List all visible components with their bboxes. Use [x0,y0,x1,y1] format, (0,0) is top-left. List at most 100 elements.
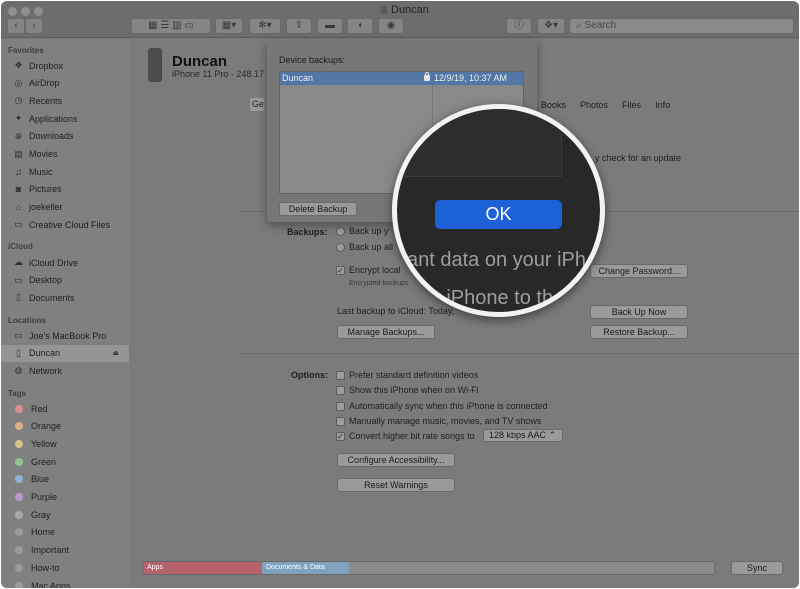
sidebar-tag-gray[interactable]: Gray [1,506,129,523]
sidebar-item-duncan[interactable]: ▯ Duncan ⏏ [1,344,129,362]
sidebar-tag-how-to[interactable]: How-to [1,559,129,576]
document-icon: ▯ [16,292,21,303]
toolbar: Duncan ‹ › ▦ ☰ ▥ ▭ ▦▾ ✻▾ ⇪ ▬ ◖ ◉ ⓘ ❖▾ ⌕ … [1,1,799,38]
sidebar-tag-label: Gray [31,509,51,520]
sidebar-item-network[interactable]: ◍ Network [1,362,129,379]
option-checkbox-3[interactable] [336,401,345,411]
dropbox-button[interactable]: ❖▾ [537,18,565,34]
tab-info[interactable]: Info [655,100,670,110]
back-button[interactable]: ‹ [7,18,25,34]
sidebar-item-movies[interactable]: ▤ Movies [1,146,129,163]
forward-button[interactable]: › [25,18,43,34]
eject-icon[interactable]: ⏏ [112,349,119,357]
back-up-now-button[interactable]: Back Up Now [590,305,688,319]
sidebar-item-label: Recents [29,95,63,106]
sidebar-tag-home[interactable]: Home [1,524,129,541]
sidebar-item-applications[interactable]: ✦ Applications [1,110,129,127]
tag-dot-icon [15,439,23,448]
divider [239,353,799,354]
sidebar-item-label: Desktop [29,275,63,286]
bitrate-value: 128 kbps AAC [489,430,547,440]
magnified-text-line: ur iPhone to th [423,287,554,309]
sidebar-tag-purple[interactable]: Purple [1,489,129,506]
backup-mac-radio[interactable] [336,243,345,252]
camera-icon: ◙ [15,184,22,195]
ok-button[interactable]: OK [435,200,562,229]
sidebar-item-creative-cloud-files[interactable]: ▭ Creative Cloud Files [1,216,129,233]
backup-row[interactable]: Duncan 12/9/19, 10:37 AM [280,72,523,85]
airdrop-icon: ◎ [14,77,23,88]
view-switcher[interactable]: ▦ ☰ ▥ ▭ [131,18,211,34]
manage-backups-button[interactable]: Manage Backups... [337,325,435,339]
share-button[interactable]: ⇪ [286,18,312,34]
restore-backup-button[interactable]: Restore Backup... [590,325,688,339]
sync-button[interactable]: Sync [731,561,783,575]
configure-accessibility-button[interactable]: Configure Accessibility... [337,453,455,467]
sidebar-tag-label: Yellow [31,438,57,449]
quick-look-button[interactable]: ◉ [378,18,404,34]
bitrate-dropdown[interactable]: 128 kbps AAC ⌃ [483,429,563,442]
sidebar-tag-important[interactable]: Important [1,542,129,559]
delete-backup-button[interactable]: Delete Backup [279,202,357,216]
backup-icloud-radio[interactable] [336,227,345,236]
tag-dot-icon [15,404,23,413]
sidebar-item-documents[interactable]: ▯ Documents [1,289,129,306]
update-text: y check for an update [595,153,682,163]
search-placeholder: Search [584,20,617,31]
globe-icon: ◍ [14,365,23,376]
group-button[interactable]: ▦▾ [215,18,243,34]
reset-warnings-button[interactable]: Reset Warnings [337,478,455,492]
sidebar-item-pictures[interactable]: ◙ Pictures [1,181,129,198]
info-button[interactable]: ⓘ [506,18,532,34]
close-window-button[interactable] [8,7,17,16]
dropbox-icon: ❖▾ [544,20,558,31]
magnifier-callout: OK ant data on your iPh ur iPhone to th [392,104,605,317]
folder-icon: ▬ [325,20,335,31]
sidebar-item-icloud-drive[interactable]: ☁ iCloud Drive [1,254,129,271]
option-label: Manually manage music, movies, and TV sh… [349,415,542,426]
sidebar-item-music[interactable]: ♫ Music [1,163,129,180]
sidebar-item-label: Applications [29,113,78,124]
sidebar-item-joe-s-macbook-pro[interactable]: ▭ Joe's MacBook Pro [1,327,129,344]
storage-bar: Apps Documents & Data [142,561,715,575]
sidebar-heading-favorites: Favorites [8,46,44,55]
option-checkbox-5[interactable]: ✓ [336,432,345,442]
sidebar-tag-label: Blue [31,474,50,485]
sidebar-tag-red[interactable]: Red [1,400,129,417]
change-password-button[interactable]: Change Password... [590,264,688,278]
music-note-icon: ♫ [15,166,22,177]
option-checkbox-1[interactable] [336,371,345,380]
sidebar-tag-yellow[interactable]: Yellow [1,435,129,452]
sidebar-item-label: Duncan [29,348,61,359]
new-folder-button[interactable]: ▬ [317,18,343,34]
tag-button[interactable]: ◖ [347,18,373,34]
zoom-window-button[interactable] [34,7,43,16]
tab-general[interactable]: Ge [250,98,264,111]
sidebar-tag-mac-apps[interactable]: Mac Apps [1,577,129,588]
option-label: Automatically sync when this iPhone is c… [349,400,548,411]
option-checkbox-4[interactable] [336,416,345,426]
eye-icon: ◉ [386,20,396,31]
sidebar-tag-blue[interactable]: Blue [1,471,129,488]
search-field[interactable]: ⌕ Search [569,18,794,34]
sidebar-item-airdrop[interactable]: ◎ AirDrop [1,75,129,92]
encrypt-checkbox[interactable]: ✓ [336,266,345,275]
sidebar-item-label: Dropbox [29,60,64,71]
option-checkbox-2[interactable] [336,386,345,396]
sidebar-item-joekeller[interactable]: ⌂ joekeller [1,199,129,216]
sidebar-item-dropbox[interactable]: ❖ Dropbox [1,57,129,74]
backup-icloud-label: Back up y [349,226,389,236]
action-button[interactable]: ✻▾ [249,18,281,34]
sidebar-tag-orange[interactable]: Orange [1,418,129,435]
iphone-icon: ▯ [16,347,21,358]
sidebar-item-desktop[interactable]: ▭ Desktop [1,272,129,289]
sidebar-tag-label: Red [31,403,48,414]
sidebar-item-downloads[interactable]: ⊕ Downloads [1,128,129,145]
sidebar-item-recents[interactable]: ◷ Recents [1,92,129,109]
tag-dot-icon [15,528,23,537]
sidebar-tag-green[interactable]: Green [1,453,129,470]
tab-files[interactable]: Files [622,100,641,110]
sidebar-heading-tags: Tags [8,389,27,398]
chevron-left-icon: ‹ [14,20,18,31]
minimize-window-button[interactable] [21,7,30,16]
